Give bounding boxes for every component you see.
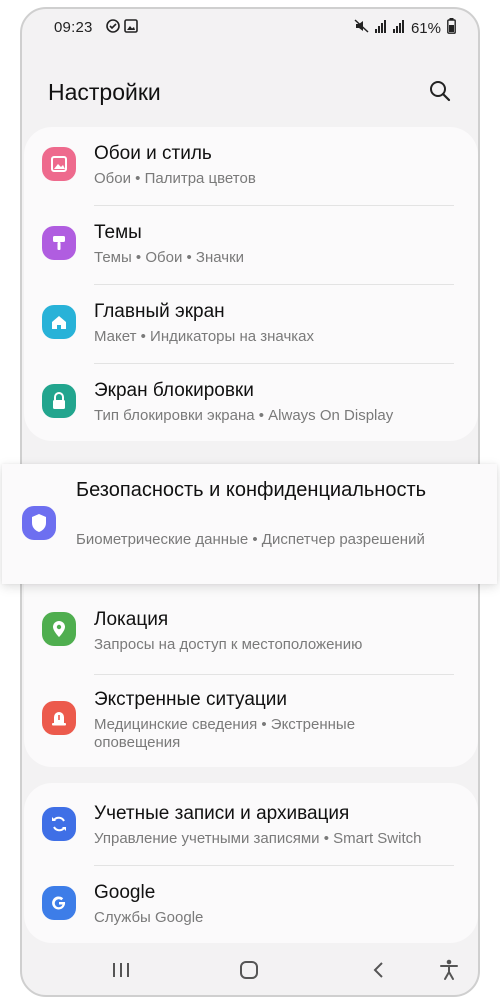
battery-icon [447, 18, 456, 38]
item-subtitle: Макет • Индикаторы на значках [94, 328, 314, 345]
google-icon [42, 886, 76, 920]
status-bar: 09:23 61% [22, 9, 478, 45]
settings-item-home-screen[interactable]: Главный экран Макет • Индикаторы на знач… [24, 285, 478, 363]
home-button-icon[interactable] [234, 955, 264, 985]
home-icon [42, 305, 76, 339]
signal-icon [392, 19, 405, 37]
page-title: Настройки [48, 79, 161, 105]
recents-icon[interactable] [106, 955, 136, 985]
item-title: Экстренные ситуации [94, 689, 287, 710]
item-subtitle: Медицинские сведения • Экстренные оповещ… [94, 716, 356, 751]
navigation-bar [22, 945, 478, 995]
settings-item-lock-screen[interactable]: Экран блокировки Тип блокировки экрана •… [24, 364, 478, 442]
mute-icon [354, 19, 369, 37]
back-icon[interactable] [364, 955, 394, 985]
item-title: Учетные записи и архивация [94, 803, 350, 824]
status-time: 09:23 [54, 19, 93, 36]
settings-item-google[interactable]: Google Службы Google [24, 866, 478, 944]
item-subtitle: Службы Google [94, 909, 204, 926]
shield-icon [22, 506, 56, 540]
sync-icon [42, 807, 76, 841]
item-title: Локация [94, 609, 169, 630]
item-subtitle: Запросы на доступ к местоположению [94, 636, 363, 653]
image-icon [124, 19, 138, 38]
at-sign-icon [106, 19, 120, 38]
settings-item-security-privacy[interactable]: Безопасность и конфиденциальность Биомет… [2, 464, 497, 584]
item-subtitle: Биометрические данные • Диспетчер разреш… [76, 531, 425, 548]
item-title: Главный экран [94, 301, 225, 322]
settings-item-accounts-backup[interactable]: Учетные записи и архивация Управление уч… [24, 783, 478, 861]
item-subtitle: Темы • Обои • Значки [94, 249, 245, 266]
location-icon [42, 612, 76, 646]
item-title: Экран блокировки [94, 380, 254, 401]
signal-icon [374, 19, 387, 37]
search-icon[interactable] [428, 79, 454, 105]
item-title: Темы [94, 222, 142, 243]
accessibility-icon[interactable] [434, 955, 464, 985]
item-subtitle: Обои • Палитра цветов [94, 170, 256, 187]
emergency-icon [42, 701, 76, 735]
status-right: 61% [354, 18, 456, 38]
item-title: Google [94, 882, 156, 903]
settings-item-emergency[interactable]: Экстренные ситуации Медицинские сведения… [24, 675, 478, 767]
battery-percent: 61% [410, 19, 441, 37]
settings-item-location[interactable]: Локация Запросы на доступ к местоположен… [24, 595, 478, 673]
settings-item-themes[interactable]: Темы Темы • Обои • Значки [24, 206, 478, 284]
item-subtitle: Управление учетными записями • Smart Swi… [94, 830, 422, 847]
item-subtitle: Тип блокировки экрана • Always On Displa… [94, 407, 394, 424]
settings-group-display: Обои и стиль Обои • Палитра цветов Темы … [24, 127, 478, 441]
item-title: Обои и стиль [94, 143, 212, 164]
themes-icon [42, 226, 76, 260]
lock-icon [42, 384, 76, 418]
settings-group-accounts: Учетные записи и архивация Управление уч… [24, 783, 478, 943]
item-title: Безопасность и конфиденциальность [76, 479, 427, 501]
wallpaper-icon [42, 147, 76, 181]
settings-item-wallpaper[interactable]: Обои и стиль Обои • Палитра цветов [24, 127, 478, 205]
